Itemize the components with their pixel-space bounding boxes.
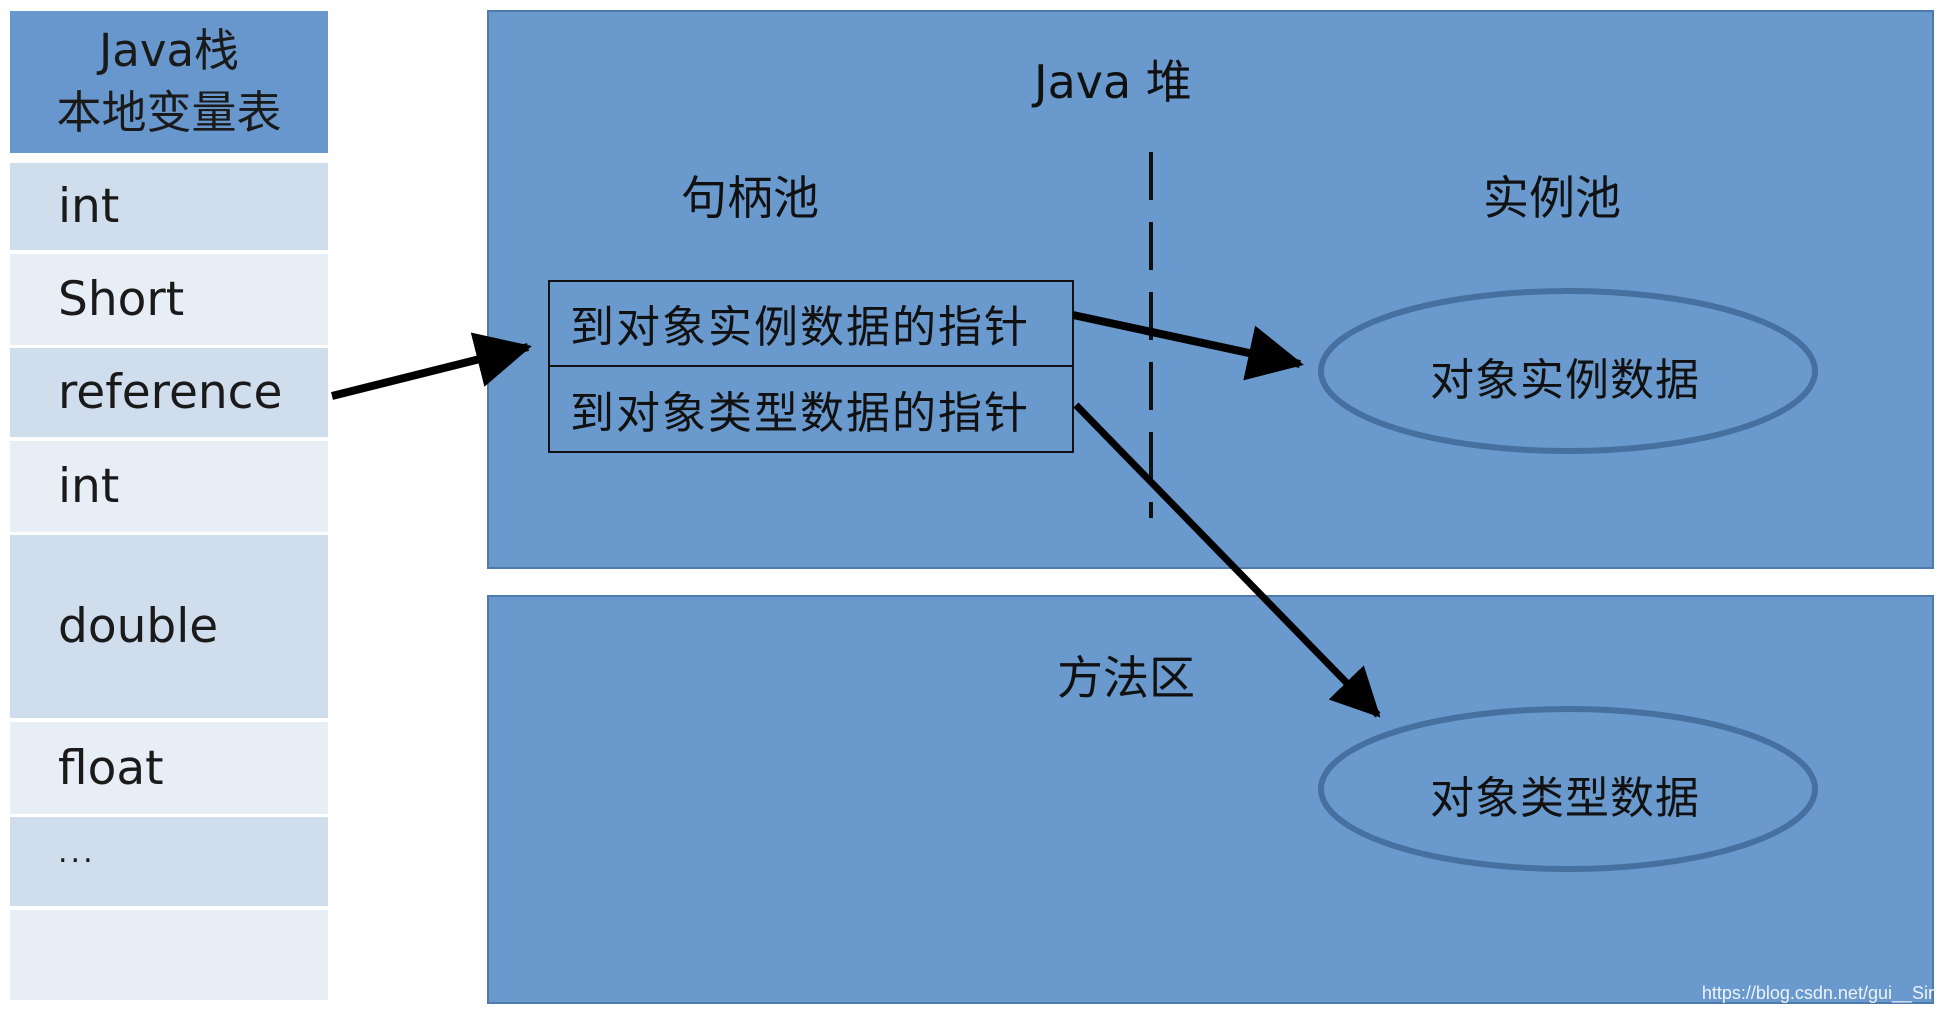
local-variable-table-title: 本地变量表 bbox=[56, 86, 282, 139]
stack-row-short: Short bbox=[10, 254, 328, 345]
method-area-title: 方法区 bbox=[1057, 651, 1195, 705]
object-instance-data-label: 对象实例数据 bbox=[1430, 355, 1700, 406]
method-area-region bbox=[487, 595, 1934, 1004]
stack-row-label: reference bbox=[58, 365, 283, 420]
java-heap-title: Java 堆 bbox=[1034, 55, 1192, 109]
stack-row-double: double bbox=[10, 535, 328, 718]
stack-row-label: int bbox=[58, 179, 120, 234]
watermark: https://blog.csdn.net/gui__Sir bbox=[1701, 983, 1934, 1003]
handle-pool-title: 句柄池 bbox=[681, 171, 819, 225]
stack-row-int-2: int bbox=[10, 441, 328, 532]
handle-cell-label: 到对象类型数据的指针 bbox=[570, 387, 1030, 439]
stack-row-int: int bbox=[10, 163, 328, 250]
object-type-data-label: 对象类型数据 bbox=[1430, 773, 1700, 824]
stack-row-empty bbox=[10, 910, 328, 1000]
handle-cell-instance-pointer: 到对象实例数据的指针 bbox=[550, 282, 1072, 367]
instance-pool-title: 实例池 bbox=[1483, 171, 1621, 225]
stack-row-float: float bbox=[10, 722, 328, 814]
stack-row-label: float bbox=[58, 740, 164, 796]
stack-title: Java栈 bbox=[98, 24, 240, 77]
stack-row-label: ... bbox=[58, 835, 96, 870]
stack-row-ellipsis: ... bbox=[10, 817, 328, 906]
handle-cell-type-pointer: 到对象类型数据的指针 bbox=[550, 367, 1072, 452]
stack-row-reference: reference bbox=[10, 348, 328, 437]
stack-header: Java栈 本地变量表 bbox=[10, 11, 328, 153]
handle-cell-label: 到对象实例数据的指针 bbox=[570, 302, 1030, 354]
stack-row-label: int bbox=[58, 459, 120, 514]
handle-box: 到对象实例数据的指针 到对象类型数据的指针 bbox=[548, 280, 1074, 453]
stack-row-label: Short bbox=[58, 272, 185, 327]
stack-row-label: double bbox=[58, 599, 219, 654]
